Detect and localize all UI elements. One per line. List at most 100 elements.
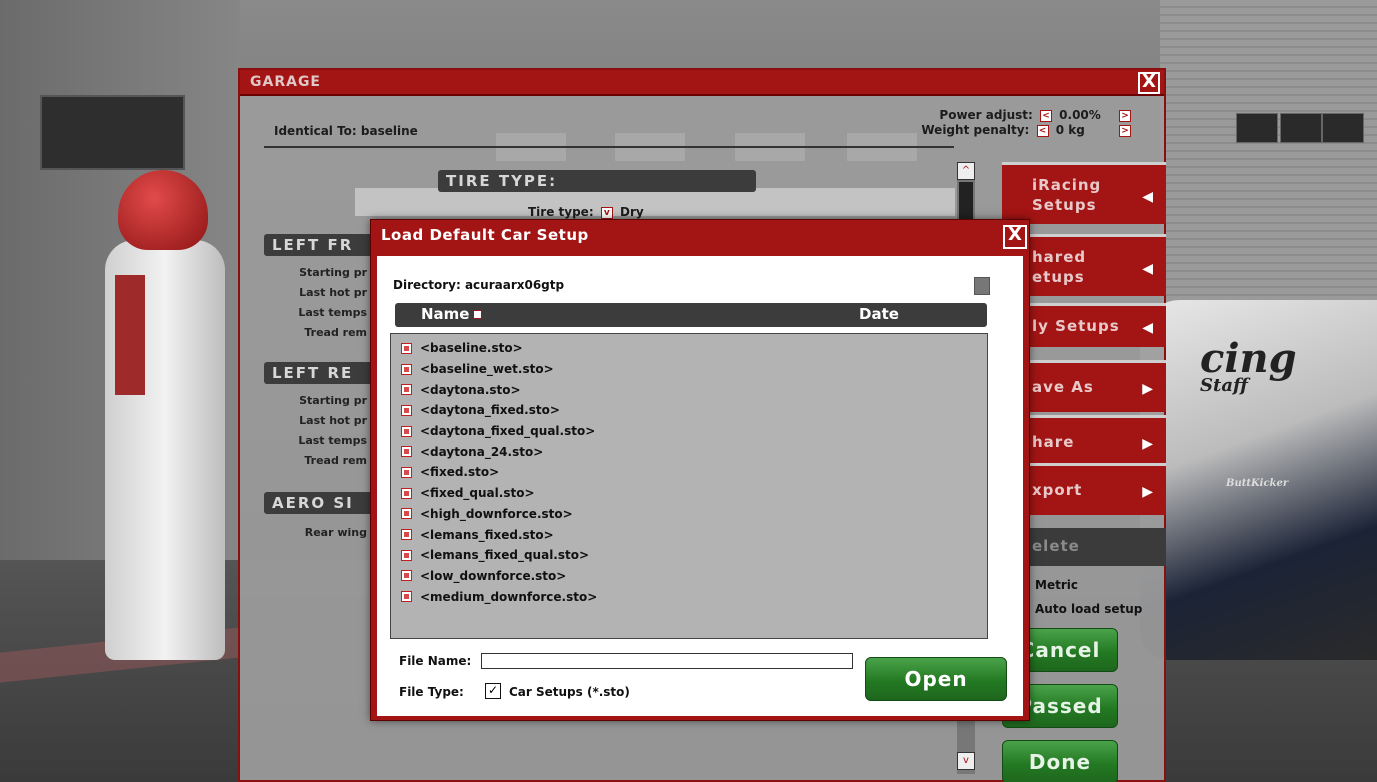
file-type-label: File Type: [399, 685, 464, 699]
file-name: <high_downforce.sto> [420, 506, 573, 521]
iracing-setups-button[interactable]: iRacing Setups ◀ [1002, 162, 1166, 224]
divider [264, 146, 954, 148]
wall-box [1280, 113, 1322, 143]
triangle-right-icon: ▶ [1142, 381, 1154, 397]
dialog-body: Directory: acuraarx06gtp Name Date <base… [377, 256, 1023, 716]
list-item[interactable]: <daytona_24.sto> [401, 441, 987, 462]
driver-suit-stripe [115, 275, 145, 395]
power-increase-icon[interactable]: > [1119, 109, 1131, 122]
car-livery-text: Staff [1200, 375, 1248, 396]
list-item[interactable]: <daytona.sto> [401, 379, 987, 400]
list-item[interactable]: <baseline.sto> [401, 338, 987, 359]
list-item[interactable]: <fixed_qual.sto> [401, 483, 987, 504]
file-icon [401, 384, 412, 396]
metric-checkbox[interactable]: Metric [1035, 578, 1078, 592]
name-column-header[interactable]: Name [421, 305, 483, 323]
file-name-input[interactable] [481, 653, 853, 669]
file-name-label: File Name: [399, 654, 472, 668]
file-list-header: Name Date [395, 303, 987, 327]
triangle-left-icon: ◀ [1142, 320, 1154, 336]
name-column-label: Name [421, 305, 470, 323]
file-list[interactable]: <baseline.sto> <baseline_wet.sto> <dayto… [390, 333, 988, 639]
file-type-dropdown-icon[interactable]: ✓ [485, 683, 501, 699]
list-item[interactable]: <high_downforce.sto> [401, 504, 987, 525]
date-column-header[interactable]: Date [859, 305, 899, 323]
weight-decrease-icon[interactable]: < [1036, 124, 1049, 137]
scroll-up-icon[interactable]: ^ [957, 162, 975, 180]
power-adjust-value: 0.00% [1059, 108, 1101, 122]
list-item[interactable]: <low_downforce.sto> [401, 566, 987, 587]
list-item[interactable]: <lemans_fixed_qual.sto> [401, 545, 987, 566]
file-type-value[interactable]: Car Setups (*.sto) [509, 685, 630, 699]
left-front-row: Starting pr [299, 266, 367, 279]
directory-row: Directory: acuraarx06gtp [393, 278, 564, 292]
file-icon [401, 342, 412, 354]
file-icon [401, 487, 412, 499]
file-icon [401, 425, 412, 437]
scroll-down-icon[interactable]: v [957, 752, 975, 770]
driver-helmet [118, 170, 208, 250]
power-decrease-icon[interactable]: < [1039, 109, 1052, 122]
file-name: <low_downforce.sto> [420, 568, 567, 583]
dialog-close-button[interactable]: X [1003, 225, 1027, 249]
export-label: xport [1032, 481, 1083, 499]
file-name: <lemans_fixed_qual.sto> [420, 548, 590, 563]
folder-up-icon[interactable] [974, 277, 990, 295]
weight-penalty-value: 0 kg [1055, 123, 1085, 137]
file-name: <medium_downforce.sto> [420, 589, 598, 604]
file-icon [401, 508, 412, 520]
list-item[interactable]: <daytona_fixed_qual.sto> [401, 421, 987, 442]
list-item[interactable]: <medium_downforce.sto> [401, 586, 987, 607]
tire-type-dropdown-icon[interactable]: v [600, 206, 613, 219]
left-rear-row: Starting pr [299, 394, 367, 407]
aero-row: Rear wing [304, 526, 367, 539]
wall-monitor [40, 95, 185, 170]
file-icon [401, 446, 412, 458]
left-front-row: Last hot pr [299, 286, 367, 299]
file-icon [401, 591, 412, 603]
list-item[interactable]: <daytona_fixed.sto> [401, 400, 987, 421]
setup-panel [355, 188, 955, 216]
driver-figure [100, 165, 245, 675]
list-item[interactable]: <lemans_fixed.sto> [401, 524, 987, 545]
garage-title-bar: GARAGE X [240, 70, 1164, 96]
section-tire-type: TIRE TYPE: [438, 170, 756, 192]
file-icon [401, 404, 412, 416]
list-item[interactable]: <fixed.sto> [401, 462, 987, 483]
left-rear-row: Last temps [298, 434, 367, 447]
tire-type-label: Tire type: [528, 205, 594, 219]
save-as-label: ave As [1032, 378, 1094, 396]
section-left-rear: LEFT RE [264, 362, 374, 384]
weight-increase-icon[interactable]: > [1119, 124, 1131, 137]
garage-close-button[interactable]: X [1138, 72, 1160, 94]
share-label: hare [1032, 433, 1075, 451]
open-button[interactable]: Open [865, 657, 1007, 701]
section-aero: AERO SI [264, 492, 374, 514]
file-icon [401, 549, 412, 561]
left-rear-row: Last hot pr [299, 414, 367, 427]
wall-box [1236, 113, 1278, 143]
garage-title: GARAGE [250, 74, 321, 90]
file-name: <baseline.sto> [420, 341, 523, 356]
my-setups-label: ly Setups [1032, 317, 1120, 335]
power-adjust-label: Power adjust: [939, 108, 1033, 122]
auto-load-checkbox[interactable]: Auto load setup [1035, 602, 1142, 616]
left-front-row: Last temps [298, 306, 367, 319]
done-button[interactable]: Done [1002, 740, 1118, 782]
identical-to-label: Identical To: baseline [274, 124, 418, 138]
file-name: <daytona_fixed.sto> [420, 403, 560, 418]
tire-type-value: Dry [620, 205, 644, 219]
left-rear-row: Tread rem [304, 454, 367, 467]
file-name: <daytona_24.sto> [420, 444, 544, 459]
file-icon [401, 466, 412, 478]
file-name: <fixed_qual.sto> [420, 486, 535, 501]
list-item[interactable]: <baseline_wet.sto> [401, 359, 987, 380]
file-name: <baseline_wet.sto> [420, 362, 554, 377]
power-weight-panel: Power adjust: < 0.00% > Weight penalty: … [921, 108, 1134, 138]
file-name: <daytona.sto> [420, 382, 521, 397]
shared-setups-label: hared etups [1032, 248, 1087, 286]
iracing-setups-label: iRacing Setups [1032, 176, 1102, 214]
wall-box [1322, 113, 1364, 143]
file-icon [401, 529, 412, 541]
tire-type-row: Tire type: v Dry [528, 205, 644, 219]
